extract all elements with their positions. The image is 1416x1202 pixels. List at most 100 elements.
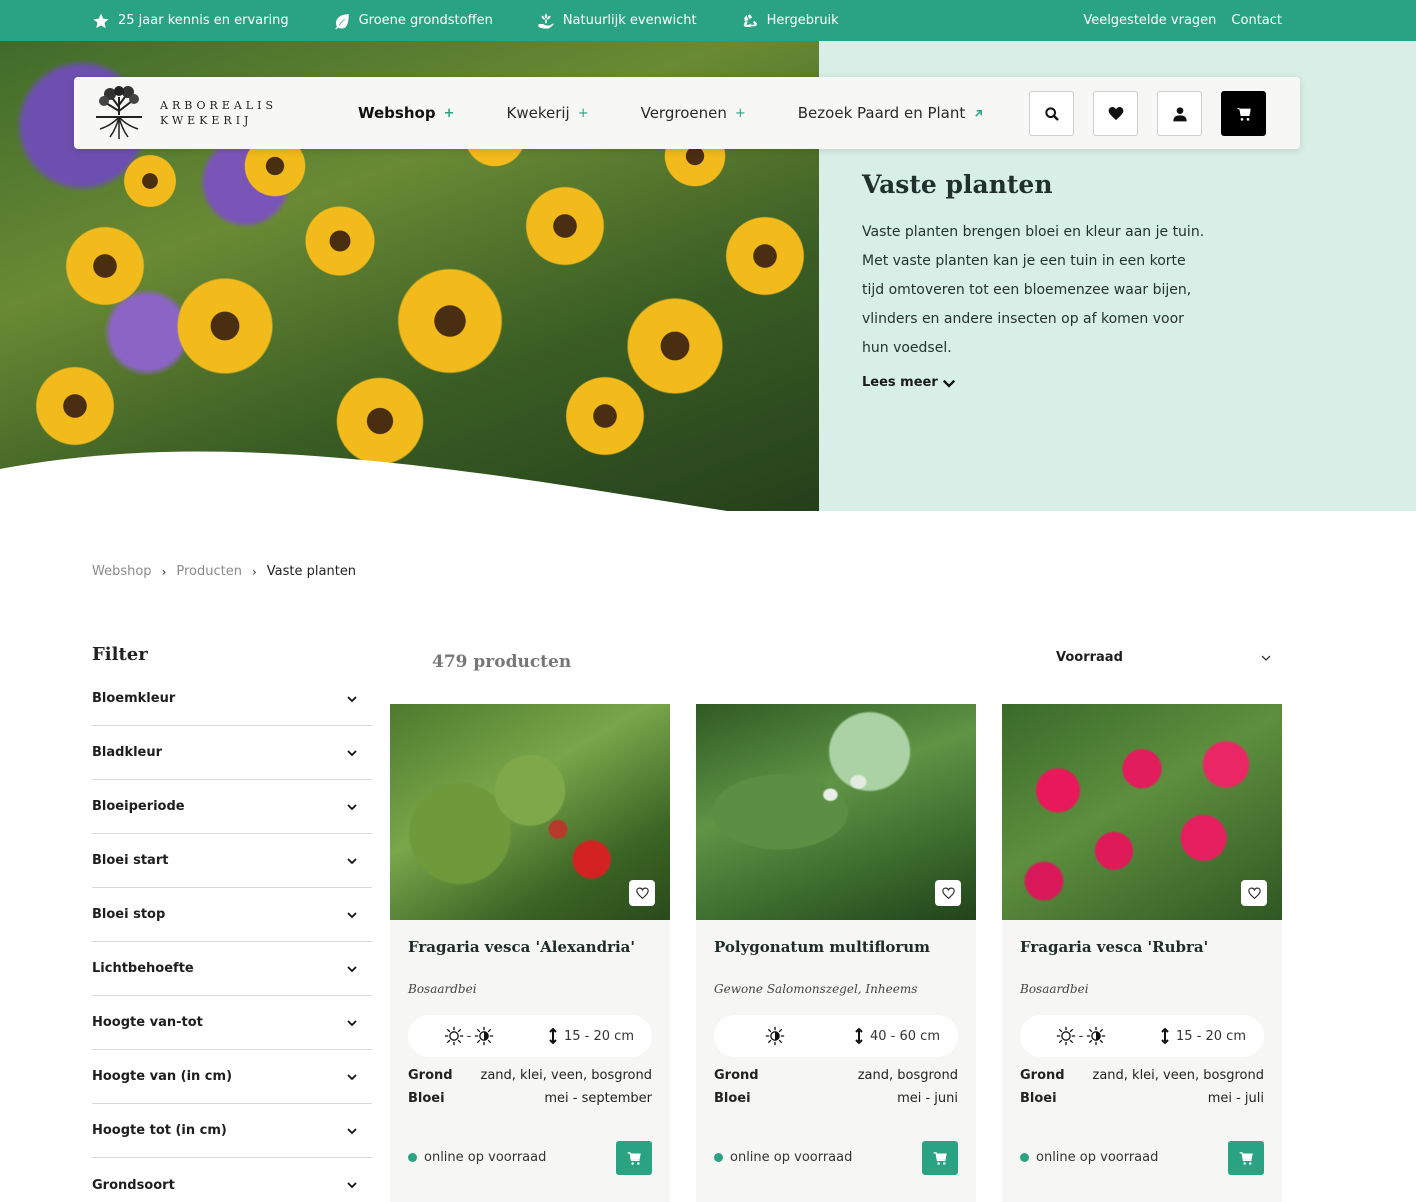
breadcrumb-current: Vaste planten [266, 564, 357, 579]
filter-label: Bloeiperiode [92, 799, 185, 814]
cart-button[interactable] [1221, 91, 1266, 136]
filter-title: Filter [92, 644, 148, 665]
product-name[interactable]: Fragaria vesca 'Rubra' [1020, 938, 1208, 956]
main-header: ARBOREALIS KWEKERIJ Webshop + Kwekerij +… [74, 77, 1300, 149]
filter-label: Hoogte tot (in cm) [92, 1123, 227, 1138]
filter-bloeiperiode[interactable]: Bloeiperiode [92, 780, 372, 834]
add-to-cart-button[interactable] [1228, 1141, 1264, 1175]
nav-label: Webshop [358, 104, 436, 122]
product-image[interactable] [696, 704, 976, 920]
product-card[interactable]: Fragaria vesca 'Rubra' Bosaardbei - 15 -… [1002, 704, 1282, 1202]
soil-label: Grond [408, 1068, 453, 1083]
chevron-down-icon [347, 695, 357, 702]
nav-label: Kwekerij [506, 104, 570, 122]
filter-bloei-stop[interactable]: Bloei stop [92, 888, 372, 942]
height-value: 40 - 60 cm [870, 1028, 940, 1044]
filter-label: Bloemkleur [92, 691, 176, 706]
height-value: 15 - 20 cm [1176, 1028, 1246, 1044]
user-icon [1172, 106, 1187, 121]
light-requirement [714, 1026, 836, 1046]
contact-link[interactable]: Contact [1231, 13, 1282, 28]
chevron-down-icon [347, 1127, 357, 1134]
chevron-down-icon [347, 965, 357, 972]
nav-item-vergroenen[interactable]: Vergroenen + [641, 104, 746, 122]
plus-icon: + [734, 105, 746, 121]
soil-label: Grond [714, 1068, 759, 1083]
hand-plant-icon [538, 13, 554, 28]
height-spec: 40 - 60 cm [836, 1028, 958, 1044]
stock-dot-icon [714, 1153, 723, 1162]
half-shade-icon [765, 1026, 785, 1046]
breadcrumb-webshop[interactable]: Webshop [92, 564, 152, 579]
half-shade-icon [1087, 1026, 1106, 1046]
top-bar: 25 jaar kennis en ervaring Groene gronds… [0, 0, 1416, 41]
usp-list: 25 jaar kennis en ervaring Groene gronds… [92, 0, 839, 41]
chevron-right-icon: › [161, 564, 167, 579]
wishlist-button[interactable] [1093, 91, 1138, 136]
filter-bladkleur[interactable]: Bladkleur [92, 726, 372, 780]
favorite-button[interactable] [1241, 880, 1267, 906]
search-button[interactable] [1029, 91, 1074, 136]
filter-bloemkleur[interactable]: Bloemkleur [92, 672, 372, 726]
soil-label: Grond [1020, 1068, 1065, 1083]
filter-label: Hoogte van (in cm) [92, 1069, 233, 1084]
product-name[interactable]: Fragaria vesca 'Alexandria' [408, 938, 635, 956]
filter-lichtbehoefte[interactable]: Lichtbehoefte [92, 942, 372, 996]
stock-label: online op voorraad [1036, 1150, 1159, 1165]
read-more-link[interactable]: Lees meer [862, 375, 956, 390]
bloom-label: Bloei [1020, 1091, 1057, 1106]
logo-text: ARBOREALIS KWEKERIJ [160, 98, 277, 128]
bloom-label: Bloei [408, 1091, 445, 1106]
product-image[interactable] [1002, 704, 1282, 920]
half-shade-icon [475, 1026, 494, 1046]
filter-grondsoort[interactable]: Grondsoort [92, 1158, 372, 1202]
add-to-cart-button[interactable] [922, 1141, 958, 1175]
header-buttons [1029, 91, 1266, 136]
cart-icon [933, 1151, 947, 1165]
filter-hoogte-van-tot[interactable]: Hoogte van-tot [92, 996, 372, 1050]
leaf-icon [334, 13, 349, 29]
tree-logo-icon [96, 86, 142, 139]
product-soil: Grond zand, bosgrond [714, 1068, 958, 1083]
logo[interactable]: ARBOREALIS KWEKERIJ [92, 85, 277, 141]
chevron-down-icon [347, 749, 357, 756]
breadcrumb: Webshop › Producten › Vaste planten [92, 564, 356, 579]
sort-select[interactable]: Voorraad [1056, 650, 1272, 665]
nav-item-webshop[interactable]: Webshop + [358, 104, 454, 122]
stock-status: online op voorraad [1020, 1150, 1158, 1165]
product-card[interactable]: Fragaria vesca 'Alexandria' Bosaardbei -… [390, 704, 670, 1202]
nav-item-bezoek[interactable]: Bezoek Paard en Plant [798, 104, 985, 122]
filter-hoogte-tot[interactable]: Hoogte tot (in cm) [92, 1104, 372, 1158]
product-image[interactable] [390, 704, 670, 920]
cart-icon [1239, 1151, 1253, 1165]
soil-value: zand, bosgrond [857, 1068, 958, 1083]
stock-status: online op voorraad [714, 1150, 852, 1165]
product-soil: Grond zand, klei, veen, bosgrond [408, 1068, 652, 1083]
light-requirement: - [1020, 1026, 1142, 1046]
sun-icon [1056, 1026, 1075, 1046]
filter-bloei-start[interactable]: Bloei start [92, 834, 372, 888]
filter-label: Bladkleur [92, 745, 163, 760]
filter-hoogte-van[interactable]: Hoogte van (in cm) [92, 1050, 372, 1104]
breadcrumb-producten[interactable]: Producten [176, 564, 242, 579]
favorite-button[interactable] [935, 880, 961, 906]
usp-label: Hergebruik [766, 13, 839, 28]
product-common-name: Bosaardbei [408, 982, 477, 996]
account-button[interactable] [1157, 91, 1202, 136]
nav-item-kwekerij[interactable]: Kwekerij + [506, 104, 588, 122]
favorite-button[interactable] [629, 880, 655, 906]
height-arrow-icon [549, 1028, 557, 1044]
usp-label: 25 jaar kennis en ervaring [118, 13, 289, 28]
faq-link[interactable]: Veelgestelde vragen [1083, 13, 1216, 28]
usp-item: Groene grondstoffen [333, 12, 493, 30]
light-requirement: - [408, 1026, 530, 1046]
add-to-cart-button[interactable] [616, 1141, 652, 1175]
product-card[interactable]: Polygonatum multiflorum Gewone Salomonsz… [696, 704, 976, 1202]
soil-value: zand, klei, veen, bosgrond [1092, 1068, 1265, 1083]
heart-icon [1108, 106, 1123, 120]
product-name[interactable]: Polygonatum multiflorum [714, 938, 930, 956]
chevron-down-icon [347, 1182, 357, 1189]
filter-list: Bloemkleur Bladkleur Bloeiperiode Bloei … [92, 672, 372, 1202]
soil-value: zand, klei, veen, bosgrond [480, 1068, 653, 1083]
heart-outline-icon [1247, 887, 1261, 899]
